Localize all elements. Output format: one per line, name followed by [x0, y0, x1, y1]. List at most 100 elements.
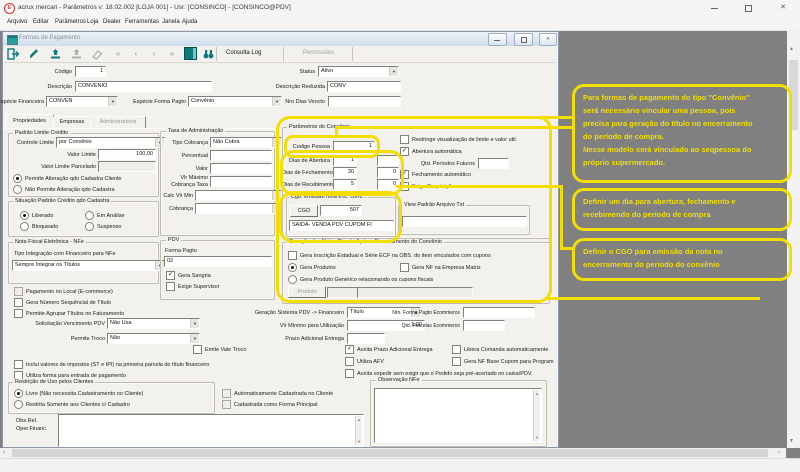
status-select[interactable]: Ativo ▼ [318, 66, 399, 77]
obs-rel-textarea[interactable]: ▲ ▼ [58, 414, 364, 447]
menu-arquivo[interactable]: Arquivo [7, 19, 27, 25]
post-button[interactable] [46, 47, 64, 61]
nro-forma-ecommerce-input[interactable] [463, 307, 535, 318]
checkbox-gera-inscricao[interactable]: Gera Inscrição Estadual e Série ECF na O… [288, 251, 491, 260]
close-button[interactable]: ✕ [766, 0, 800, 16]
dias-fechamento-hora-input[interactable]: 0 [377, 167, 399, 178]
checkbox-gera-nf-base-cupom[interactable]: Gera NF Base Cupom para Programa de Pont… [452, 357, 554, 366]
qtd-parcelas-input[interactable] [463, 320, 505, 331]
descricao-reduzida-input[interactable]: CONV [327, 81, 401, 92]
cgo-number-input[interactable]: 507 [320, 205, 362, 216]
observacao-nfe-textarea[interactable]: ▲ ▼ [374, 388, 542, 443]
chevron-down-icon[interactable]: ▼ [108, 97, 117, 106]
menu-parametros[interactable]: Parâmetros [55, 19, 86, 25]
radio-permite-alteracao[interactable]: Permite Alteração qdo Cadastra Cliente [13, 174, 122, 183]
scroll-down-icon[interactable]: ▼ [789, 438, 794, 444]
permite-troco-select[interactable]: Não ▼ [107, 333, 200, 344]
chevron-down-icon[interactable]: ▼ [190, 319, 199, 328]
consulta-log-button[interactable]: Consulta Log [226, 50, 261, 56]
chevron-down-icon[interactable]: ▼ [272, 138, 281, 147]
scroll-up-icon[interactable]: ▲ [789, 46, 794, 52]
dias-abertura-input[interactable]: 1 [333, 155, 357, 166]
checkbox-fechamento-automatico[interactable]: ✓ Fechamento automático [400, 170, 471, 179]
child-close-button[interactable]: ✕ [539, 33, 557, 46]
dias-fechamento-input[interactable]: 30 [333, 167, 357, 178]
radio-gera-produto-generico[interactable]: Gera Produto Genérico relacionando os cu… [288, 275, 433, 284]
child-minimize-button[interactable] [488, 33, 507, 46]
menu-ajuda[interactable]: Ajuda [182, 19, 197, 25]
grid-view-button[interactable] [181, 47, 199, 61]
chevron-down-icon[interactable]: ▼ [190, 334, 199, 343]
checkbox-aceita-expedir[interactable]: Aceita expedir sem exigir que o Pedido s… [345, 369, 533, 378]
valor-limite-input[interactable]: 100,00 [98, 149, 156, 160]
edit-button[interactable] [25, 47, 43, 61]
dias-recebimento-input[interactable]: 5 [333, 179, 357, 190]
radio-livre[interactable]: Livre (Não necessita Cadastramento no Cl… [14, 389, 143, 398]
vlr-maximo-input[interactable] [210, 176, 272, 187]
tipo-cobranca-select[interactable]: Não Cobra ▼ [210, 137, 282, 148]
codigo-pessoa-input[interactable]: 1 [333, 141, 375, 152]
checkbox-gera-numero-sequencial[interactable]: Gera Número Sequêncial de Título [14, 298, 111, 307]
forma-pagto-input[interactable]: 02 [164, 256, 272, 267]
radio-label: Não Permite Alteração qdo Cadastra [25, 186, 115, 193]
especie-forma-select[interactable]: Convênio ▼ [188, 96, 282, 107]
checkbox-utiliza-afv[interactable]: Utiliza AFV [345, 357, 384, 366]
tipo-integracao-select[interactable]: Sempre Integrar os Títulos ▼ [12, 260, 165, 271]
checkbox-gera-nf-matriz[interactable]: Gera NF na Empresa Matriz [400, 263, 481, 272]
child-maximize-button[interactable] [514, 33, 533, 46]
checkbox-restringe-visualizacao[interactable]: Restringe visualização de limite e valor… [400, 135, 517, 144]
qtd-periodos-input[interactable] [478, 158, 509, 169]
radio-liberado[interactable]: Liberado [20, 211, 53, 220]
scroll-left-icon[interactable]: ‹ [3, 449, 5, 457]
percentual-input[interactable] [210, 150, 272, 161]
scroll-right-icon[interactable]: › [778, 449, 780, 457]
menu-editar[interactable]: Editar [33, 19, 49, 25]
controle-limite-select[interactable]: por Convênio ▼ [56, 137, 165, 148]
minimize-button[interactable] [700, 0, 730, 16]
checkbox-gera-sangria[interactable]: ✓ Gera Sangria [166, 271, 211, 280]
especie-financeira-select[interactable]: CONVEN ▼ [46, 96, 118, 107]
checkbox-abertura-automatica[interactable]: ✓ Abertura automática [400, 147, 462, 156]
cgo-button[interactable]: CGO [290, 205, 318, 217]
radio-restrita[interactable]: Restrita Somente aos Clientes c/ Cadastr… [14, 400, 130, 409]
tab-propriedades[interactable]: Propriedades [5, 114, 54, 129]
valor-input[interactable] [210, 163, 272, 174]
radio-gera-produtos[interactable]: Gera Produtos [288, 263, 336, 272]
checkbox-aceita-prazo[interactable]: ✓ Aceita Prazo Adicional Entrega [345, 345, 433, 354]
child-titlebar[interactable] [3, 32, 556, 46]
cobranca-select[interactable]: ▼ [195, 203, 282, 214]
radio-bloqueado[interactable]: Bloqueado [20, 222, 58, 231]
view-padrao-input[interactable] [402, 216, 527, 227]
menu-dealer[interactable]: Dealer [103, 19, 121, 25]
chevron-down-icon[interactable]: ▼ [272, 204, 281, 213]
mdi-vertical-scroll-thumb[interactable] [789, 60, 798, 130]
prazo-adicional-input[interactable] [347, 333, 385, 344]
dias-recebimento-hora-input[interactable]: 0 [377, 179, 399, 190]
menu-janela[interactable]: Janela [162, 19, 180, 25]
descricao-input[interactable]: CONVENIO [75, 81, 212, 92]
solicitacao-vencimento-select[interactable]: Não Usa ▼ [107, 318, 200, 329]
chevron-down-icon[interactable]: ▼ [272, 191, 281, 200]
checkbox-inclui-impostos[interactable]: Inclui valores de impostos (ST e IPI) na… [14, 360, 209, 369]
textarea-scrollbar[interactable]: ▲ ▼ [355, 416, 362, 445]
menu-ferramentas[interactable]: Ferramentas [125, 19, 159, 25]
radio-nao-permite-alteracao[interactable]: Não Permite Alteração qdo Cadastra [13, 185, 115, 194]
nro-dias-input[interactable] [328, 96, 401, 107]
codigo-input[interactable]: 1 [75, 66, 106, 77]
radio-em-analise[interactable]: Em Análise [85, 211, 125, 220]
checkbox-permite-agrupar[interactable]: Permite Agrupar Títulos no Faturamento [14, 309, 124, 318]
menu-loja[interactable]: Loja [87, 19, 98, 25]
maximize-button[interactable] [733, 0, 763, 16]
exit-button[interactable] [4, 47, 22, 61]
checkbox-emite-vale-troco[interactable]: Emite Vale Troco [193, 345, 246, 354]
dias-abertura-hora-input[interactable] [377, 155, 399, 166]
textarea-scrollbar[interactable]: ▲ ▼ [533, 390, 540, 441]
checkbox-exige-supervisor[interactable]: Exige Supervisor [166, 282, 220, 291]
radio-suspenso[interactable]: Suspenso [85, 222, 121, 231]
mdi-horizontal-scroll-thumb[interactable] [12, 449, 768, 457]
checkbox-libera-comanda[interactable]: Libera Comanda automaticamente [452, 345, 548, 354]
checkbox-exige-requisicao[interactable]: Exige Requisição [400, 182, 455, 191]
search-button[interactable] [199, 47, 217, 61]
chevron-down-icon[interactable]: ▼ [389, 67, 398, 76]
calc-vlr-min-select[interactable]: ▼ [195, 190, 282, 201]
